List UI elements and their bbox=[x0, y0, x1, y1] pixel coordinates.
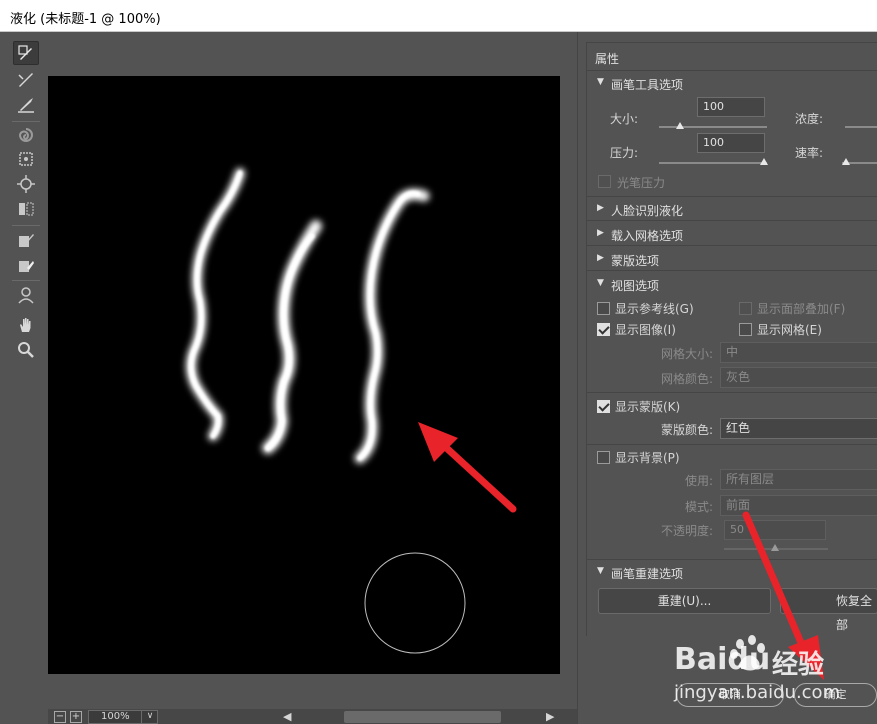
freeze-mask-icon[interactable] bbox=[13, 228, 39, 252]
show-guides-label: 显示参考线(G) bbox=[615, 302, 694, 316]
red-arrow-annotation bbox=[742, 511, 824, 680]
zoom-dropdown-button[interactable]: ∨ bbox=[141, 710, 158, 724]
section-title: 画笔重建选项 bbox=[611, 567, 684, 581]
panel-divider bbox=[577, 32, 585, 724]
window-title: 液化 (未标题-1 @ 100%) bbox=[10, 12, 161, 27]
toolbar-divider bbox=[12, 225, 40, 226]
show-guides-checkbox[interactable] bbox=[597, 302, 610, 315]
size-input[interactable]: 100 bbox=[697, 97, 765, 117]
mesh-size-select[interactable]: 中 bbox=[720, 342, 877, 363]
section-title: 人脸识别液化 bbox=[611, 204, 684, 218]
panel-title: 属性 bbox=[595, 52, 620, 66]
use-label: 使用: bbox=[685, 474, 714, 488]
smooth-icon[interactable] bbox=[13, 93, 39, 117]
thaw-mask-icon[interactable] bbox=[13, 253, 39, 277]
tool-palette bbox=[0, 33, 48, 724]
show-face-overlay-label: 显示面部叠加(F) bbox=[757, 302, 846, 316]
mode-label: 模式: bbox=[685, 500, 714, 514]
section-title: 蒙版选项 bbox=[611, 254, 660, 268]
show-mask-label: 显示蒙版(K) bbox=[615, 400, 681, 414]
scroll-right-arrow[interactable]: ▶ bbox=[546, 710, 554, 723]
brush-cursor-circle bbox=[364, 552, 466, 654]
red-arrow-annotation bbox=[418, 422, 517, 513]
mesh-color-select[interactable]: 灰色 bbox=[720, 367, 877, 388]
density-label: 浓度: bbox=[795, 112, 824, 126]
show-mask-checkbox[interactable] bbox=[597, 400, 610, 413]
section-divider bbox=[587, 392, 877, 393]
white-brush-stroke bbox=[262, 220, 322, 454]
mask-color-select[interactable]: 红色 bbox=[720, 418, 877, 439]
zoom-level-value: 100% bbox=[101, 711, 130, 722]
collapsed-triangle-icon: ▶ bbox=[597, 203, 604, 213]
white-brush-stroke bbox=[186, 168, 245, 441]
scroll-left-arrow[interactable]: ◀ bbox=[283, 710, 291, 723]
mask-options-header[interactable]: ▶ 蒙版选项 bbox=[587, 247, 877, 271]
show-mesh-label: 显示网格(E) bbox=[757, 323, 822, 337]
face-aware-liquify-header[interactable]: ▶ 人脸识别液化 bbox=[587, 197, 877, 221]
size-label: 大小: bbox=[610, 112, 639, 126]
section-divider bbox=[587, 444, 877, 445]
zoom-icon[interactable] bbox=[13, 338, 39, 362]
mesh-size-label: 网格大小: bbox=[661, 347, 714, 361]
show-backdrop-checkbox[interactable] bbox=[597, 451, 610, 464]
face-tool-icon[interactable] bbox=[13, 283, 39, 307]
pressure-input[interactable]: 100 bbox=[697, 133, 765, 153]
mesh-color-label: 网格颜色: bbox=[661, 372, 714, 386]
load-mesh-options-header[interactable]: ▶ 载入网格选项 bbox=[587, 222, 877, 246]
mask-color-label: 蒙版颜色: bbox=[661, 423, 714, 437]
stylus-pressure-label: 光笔压力 bbox=[617, 176, 666, 190]
bloat-icon[interactable] bbox=[13, 172, 39, 196]
cancel-button[interactable]: 取消 bbox=[676, 683, 784, 707]
zoom-out-button[interactable]: − bbox=[54, 711, 66, 723]
view-options-header[interactable]: ▼ 视图选项 bbox=[587, 272, 877, 296]
expanded-triangle-icon: ▼ bbox=[597, 566, 604, 576]
canvas-drawing bbox=[186, 168, 517, 654]
pressure-slider-thumb[interactable] bbox=[760, 158, 768, 165]
expanded-triangle-icon: ▼ bbox=[597, 77, 604, 87]
rate-label: 速率: bbox=[795, 146, 824, 160]
toolbar-divider bbox=[12, 280, 40, 281]
show-mesh-checkbox[interactable] bbox=[739, 323, 752, 336]
brush-tool-options-header[interactable]: ▼ 画笔工具选项 bbox=[587, 71, 877, 95]
status-bar: − + 100% ∨ ◀ ▶ bbox=[48, 709, 577, 724]
horizontal-scroll-thumb[interactable] bbox=[344, 711, 501, 723]
pressure-slider-track[interactable] bbox=[659, 162, 767, 164]
reconstruct-icon[interactable] bbox=[13, 68, 39, 92]
section-title: 视图选项 bbox=[611, 279, 660, 293]
collapsed-triangle-icon: ▶ bbox=[597, 228, 604, 238]
collapsed-triangle-icon: ▶ bbox=[597, 253, 604, 263]
panel-header: 属性 bbox=[587, 43, 877, 71]
show-image-label: 显示图像(I) bbox=[615, 323, 676, 337]
canvas-footer-space bbox=[48, 674, 577, 710]
section-title: 画笔工具选项 bbox=[611, 78, 684, 92]
twirl-icon[interactable] bbox=[13, 123, 39, 147]
rate-slider-thumb[interactable] bbox=[842, 158, 850, 165]
forward-warp-icon[interactable] bbox=[13, 41, 39, 65]
stylus-pressure-checkbox[interactable] bbox=[598, 175, 611, 188]
density-slider-track[interactable] bbox=[845, 126, 877, 128]
show-image-checkbox[interactable] bbox=[597, 323, 610, 336]
pressure-label: 压力: bbox=[610, 146, 639, 160]
opacity-label: 不透明度: bbox=[661, 524, 714, 538]
window-titlebar: 液化 (未标题-1 @ 100%) bbox=[0, 0, 877, 32]
show-backdrop-label: 显示背景(P) bbox=[615, 451, 680, 465]
section-title: 载入网格选项 bbox=[611, 229, 684, 243]
hand-icon[interactable] bbox=[13, 313, 39, 337]
white-brush-stroke bbox=[354, 188, 430, 464]
ok-button[interactable]: 确定 bbox=[794, 683, 877, 707]
expanded-triangle-icon: ▼ bbox=[597, 278, 604, 288]
show-face-overlay-checkbox[interactable] bbox=[739, 302, 752, 315]
push-left-icon[interactable] bbox=[13, 197, 39, 221]
zoom-in-button[interactable]: + bbox=[70, 711, 82, 723]
pucker-icon[interactable] bbox=[13, 147, 39, 171]
size-slider-thumb[interactable] bbox=[676, 122, 684, 129]
toolbar-divider bbox=[12, 121, 40, 122]
use-select[interactable]: 所有图层 bbox=[720, 469, 877, 490]
image-canvas[interactable] bbox=[48, 76, 560, 674]
